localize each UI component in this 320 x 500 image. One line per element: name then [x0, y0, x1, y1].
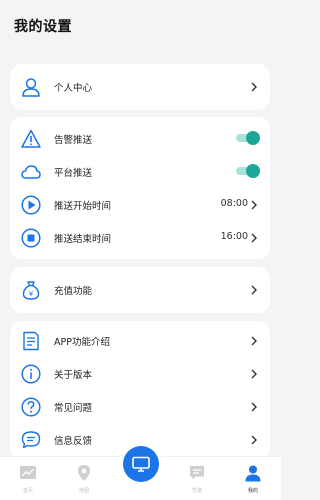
tab-label: 我的 [247, 488, 258, 494]
cloud-icon [21, 165, 41, 179]
play-icon [21, 195, 41, 215]
push-end-time-label: 推送结束时间 [54, 234, 112, 245]
user-icon [245, 465, 261, 482]
profile-center-row[interactable]: 个人中心 [10, 71, 270, 103]
header: 我的设置 [0, 0, 281, 56]
tab-alarm[interactable]: 告警 [169, 457, 225, 500]
app-intro-row[interactable]: APP功能介绍 [10, 325, 270, 357]
push-end-time-value: 16:00 [220, 231, 248, 242]
tab-mine[interactable]: 我的 [225, 457, 281, 500]
money-bag-icon: ¥ [22, 281, 40, 300]
toggle-knob [246, 131, 260, 145]
warning-icon [21, 129, 41, 148]
platform-push-label: 平台推送 [54, 168, 93, 179]
platform-push-toggle[interactable] [236, 164, 260, 178]
recharge-label: 充值功能 [54, 286, 93, 297]
tab-label: 地图 [78, 488, 89, 494]
monitor-icon [132, 456, 150, 472]
faq-label: 常见问题 [54, 403, 93, 414]
user-icon [22, 78, 40, 97]
alarm-push-toggle[interactable] [236, 131, 260, 145]
recharge-card: ¥ 充值功能 [10, 267, 270, 313]
push-start-time-value: 08:00 [220, 198, 248, 209]
question-icon [21, 397, 41, 417]
push-end-time-row[interactable]: 推送结束时间 16:00 [10, 222, 270, 254]
chevron-right-icon [251, 200, 257, 210]
message-icon [190, 466, 204, 480]
recharge-row[interactable]: ¥ 充值功能 [10, 274, 270, 306]
platform-push-row: 平台推送 [10, 156, 270, 188]
svg-text:¥: ¥ [29, 290, 34, 298]
chat-bubble-icon [21, 431, 41, 449]
toggle-knob [246, 164, 260, 178]
info-icon [21, 364, 41, 384]
tab-home[interactable]: 首页 [0, 457, 56, 500]
push-start-time-label: 推送开始时间 [54, 201, 112, 212]
map-pin-icon [78, 465, 90, 481]
faq-row[interactable]: 常见问题 [10, 391, 270, 423]
push-settings-card: 告警推送 平台推送 推送开始时间 08:00 推送结束时间 16:00 [10, 117, 270, 259]
about-version-label: 关于版本 [54, 370, 93, 381]
chevron-right-icon [251, 233, 257, 243]
about-version-row[interactable]: 关于版本 [10, 358, 270, 390]
tab-label: 首页 [22, 488, 33, 494]
stop-icon [21, 228, 41, 248]
alarm-push-row: 告警推送 [10, 123, 270, 155]
monitor-center-button[interactable] [123, 446, 159, 482]
tab-map[interactable]: 地图 [56, 457, 112, 500]
profile-center-label: 个人中心 [54, 83, 93, 94]
chevron-right-icon [251, 369, 257, 379]
feedback-label: 信息反馈 [54, 436, 93, 447]
chevron-right-icon [251, 402, 257, 412]
chevron-right-icon [251, 285, 257, 295]
page-title: 我的设置 [14, 19, 72, 35]
push-start-time-row[interactable]: 推送开始时间 08:00 [10, 189, 270, 221]
alarm-push-label: 告警推送 [54, 135, 93, 146]
chevron-right-icon [251, 435, 257, 445]
tab-label: 告警 [191, 488, 202, 494]
chevron-right-icon [251, 336, 257, 346]
app-intro-label: APP功能介绍 [54, 337, 110, 348]
document-icon [23, 331, 39, 351]
chevron-right-icon [251, 82, 257, 92]
about-card: APP功能介绍 关于版本 常见问题 信息反馈 [10, 321, 270, 459]
chart-icon [20, 466, 36, 479]
profile-card: 个人中心 [10, 64, 270, 110]
bottom-tab-bar: 首页 地图 告警 我的 [0, 446, 281, 500]
